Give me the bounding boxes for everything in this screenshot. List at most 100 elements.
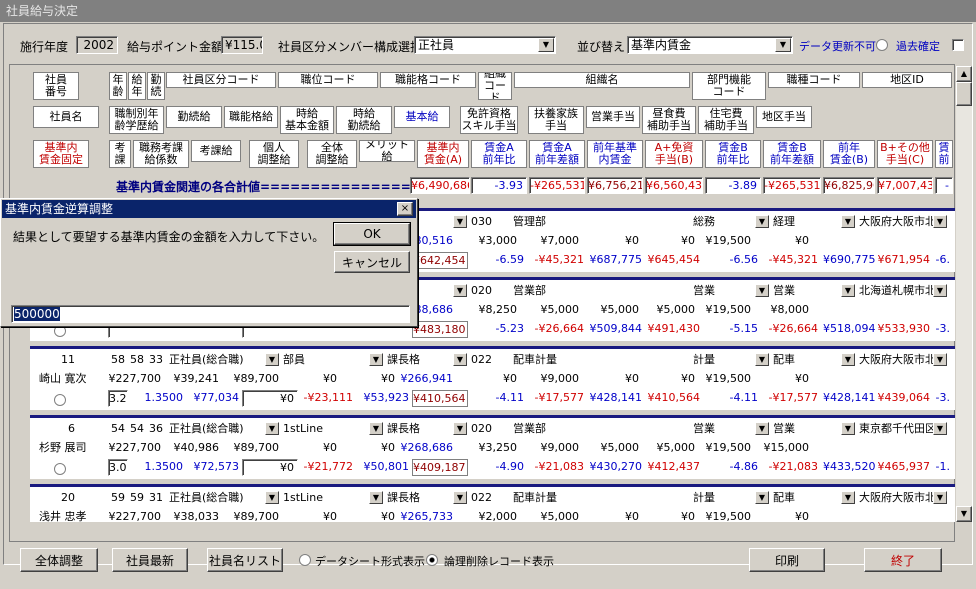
dept-function-select[interactable]: 計量 ▼ bbox=[690, 352, 770, 369]
job-type-select[interactable]: 配車 ▼ bbox=[770, 490, 856, 507]
position-select[interactable]: 1stLine ▼ bbox=[280, 421, 384, 438]
dialog-close-icon[interactable]: × bbox=[397, 202, 413, 216]
chevron-down-icon[interactable]: ▼ bbox=[841, 284, 855, 297]
wage-value: ¥645,454 bbox=[647, 253, 701, 266]
chevron-down-icon[interactable]: ▼ bbox=[265, 491, 279, 504]
job-type-select[interactable]: 配車 ▼ bbox=[770, 352, 856, 369]
area-select[interactable]: 北海道札幌市北 ▼ bbox=[856, 283, 948, 300]
job-type-select[interactable]: 営業 ▼ bbox=[770, 421, 856, 438]
chevron-down-icon[interactable]: ▼ bbox=[369, 491, 383, 504]
no-update-radio[interactable] bbox=[876, 39, 888, 51]
grade-select[interactable]: 課長格 ▼ bbox=[384, 421, 468, 438]
chevron-down-icon[interactable]: ▼ bbox=[453, 215, 467, 228]
print-button[interactable]: 印刷 bbox=[749, 548, 825, 572]
chevron-down-icon[interactable]: ▼ bbox=[538, 38, 554, 52]
chevron-down-icon[interactable]: ▼ bbox=[369, 422, 383, 435]
position-select[interactable]: 部員 ▼ bbox=[280, 352, 384, 369]
datasheet-radio[interactable] bbox=[299, 554, 311, 566]
chevron-down-icon[interactable]: ▼ bbox=[755, 491, 769, 504]
summary-value: ¥6,756,217 bbox=[587, 177, 643, 194]
chevron-down-icon[interactable]: ▼ bbox=[755, 284, 769, 297]
chevron-down-icon[interactable]: ▼ bbox=[755, 215, 769, 228]
chevron-down-icon[interactable]: ▼ bbox=[933, 215, 947, 228]
allowance-value: ¥227,700 bbox=[108, 510, 162, 523]
chevron-down-icon[interactable]: ▼ bbox=[933, 284, 947, 297]
area-select[interactable]: 大阪府大阪市北 ▼ bbox=[856, 490, 948, 507]
dept-function-select[interactable]: 総務 ▼ bbox=[690, 214, 770, 231]
chevron-down-icon[interactable]: ▼ bbox=[841, 491, 855, 504]
chevron-down-icon[interactable]: ▼ bbox=[775, 38, 791, 52]
chevron-down-icon[interactable]: ▼ bbox=[453, 284, 467, 297]
vertical-scrollbar[interactable]: ▲ ▼ bbox=[956, 66, 972, 522]
evaluation-input[interactable]: 3.0 bbox=[108, 459, 128, 476]
header-wage-b-diff: 賃金B 前年差額 bbox=[763, 140, 821, 168]
chevron-down-icon[interactable]: ▼ bbox=[265, 422, 279, 435]
area-select[interactable]: 大阪府大阪市北 ▼ bbox=[856, 214, 948, 231]
chevron-down-icon[interactable]: ▼ bbox=[933, 491, 947, 504]
no-update-label: データ更新不可 bbox=[799, 40, 876, 53]
logical-delete-radio[interactable] bbox=[426, 554, 438, 566]
job-type-select[interactable]: 経理 ▼ bbox=[770, 214, 856, 231]
chevron-down-icon[interactable]: ▼ bbox=[453, 422, 467, 435]
personal-adj-input[interactable]: ¥0 bbox=[242, 459, 298, 476]
chevron-down-icon[interactable]: ▼ bbox=[841, 353, 855, 366]
year-field[interactable]: 2002 bbox=[76, 36, 118, 54]
all-adjust-button[interactable]: 全体調整 bbox=[20, 548, 98, 572]
member-select[interactable]: 正社員 ▼ bbox=[414, 36, 556, 54]
chevron-down-icon[interactable]: ▼ bbox=[369, 353, 383, 366]
grade-select[interactable]: 課長格 ▼ bbox=[384, 490, 468, 507]
chevron-down-icon[interactable]: ▼ bbox=[933, 422, 947, 435]
header-wage-a-ratio: 賃金A 前年比 bbox=[471, 140, 527, 168]
employee-class-select[interactable]: 正社員(総合職) ▼ bbox=[166, 490, 280, 507]
point-field[interactable]: ¥115.0 bbox=[221, 36, 263, 54]
pay-age-value: 54 bbox=[130, 422, 144, 435]
chevron-down-icon[interactable]: ▼ bbox=[453, 353, 467, 366]
scroll-up-icon[interactable]: ▲ bbox=[956, 66, 972, 82]
header-wage-b: A+免資 手当(B) bbox=[645, 140, 703, 168]
job-type-select[interactable]: 営業 ▼ bbox=[770, 283, 856, 300]
wage-value: -¥26,664 bbox=[534, 322, 584, 335]
employee-class-select[interactable]: 正社員(総合職) ▼ bbox=[166, 421, 280, 438]
employee-class-select[interactable]: 正社員(総合職) ▼ bbox=[166, 352, 280, 369]
chevron-down-icon[interactable]: ▼ bbox=[755, 353, 769, 366]
dept-function-select[interactable]: 営業 ▼ bbox=[690, 421, 770, 438]
chevron-down-icon[interactable]: ▼ bbox=[453, 491, 467, 504]
record-select-radio[interactable] bbox=[54, 394, 66, 406]
chevron-down-icon[interactable]: ▼ bbox=[933, 353, 947, 366]
scroll-down-icon[interactable]: ▼ bbox=[956, 506, 972, 522]
record-select-radio[interactable] bbox=[54, 463, 66, 475]
dept-function-select[interactable]: 営業 ▼ bbox=[690, 283, 770, 300]
header-overall-adj: 全体 調整給 bbox=[307, 140, 357, 168]
scroll-thumb[interactable] bbox=[956, 82, 972, 106]
allowance-value: ¥7,000 bbox=[540, 234, 580, 247]
personal-adj-input[interactable]: ¥0 bbox=[242, 390, 298, 407]
wage-value: -4.90 bbox=[495, 460, 524, 473]
employee-name-list-button[interactable]: 社員名リスト bbox=[207, 548, 283, 572]
header-eval-coef: 職務考課 給係数 bbox=[133, 140, 189, 168]
chevron-down-icon[interactable]: ▼ bbox=[841, 215, 855, 228]
grade-select[interactable]: 課長格 ▼ bbox=[384, 352, 468, 369]
past-confirm-checkbox[interactable] bbox=[952, 39, 964, 51]
past-confirm-label: 過去確定 bbox=[896, 40, 940, 53]
dialog-ok-button[interactable]: OK bbox=[333, 222, 411, 246]
area-select[interactable]: 大阪府大阪市北 ▼ bbox=[856, 352, 948, 369]
evaluation-input[interactable]: 3.2 bbox=[108, 390, 128, 407]
dept-function-select[interactable]: 計量 ▼ bbox=[690, 490, 770, 507]
chevron-down-icon[interactable]: ▼ bbox=[841, 422, 855, 435]
header-wage-c-prev: 賃 前 bbox=[935, 140, 953, 168]
wage-value: -¥17,577 bbox=[768, 391, 818, 404]
chevron-down-icon[interactable]: ▼ bbox=[265, 353, 279, 366]
reverse-calc-dialog: 基準内賃金逆算調整 × 結果として要望する基準内賃金の金額を入力して下さい。 O… bbox=[0, 198, 418, 327]
org-name-value: 配車計量 bbox=[513, 491, 557, 504]
refresh-employee-button[interactable]: 社員最新 bbox=[112, 548, 188, 572]
dialog-cancel-button[interactable]: キャンセル bbox=[334, 251, 410, 273]
exit-button[interactable]: 終了 bbox=[864, 548, 942, 572]
chevron-down-icon[interactable]: ▼ bbox=[755, 422, 769, 435]
position-select[interactable]: 1stLine ▼ bbox=[280, 490, 384, 507]
dialog-amount-input[interactable]: 500000 bbox=[11, 305, 410, 323]
overall-adj-value: -¥21,772 bbox=[303, 460, 353, 473]
header-personal-adj: 個人 調整給 bbox=[249, 140, 299, 168]
sort-select[interactable]: 基準内賃金 ▼ bbox=[627, 36, 793, 54]
area-select[interactable]: 東京都千代田区 ▼ bbox=[856, 421, 948, 438]
allowance-value: ¥40,986 bbox=[173, 441, 220, 454]
